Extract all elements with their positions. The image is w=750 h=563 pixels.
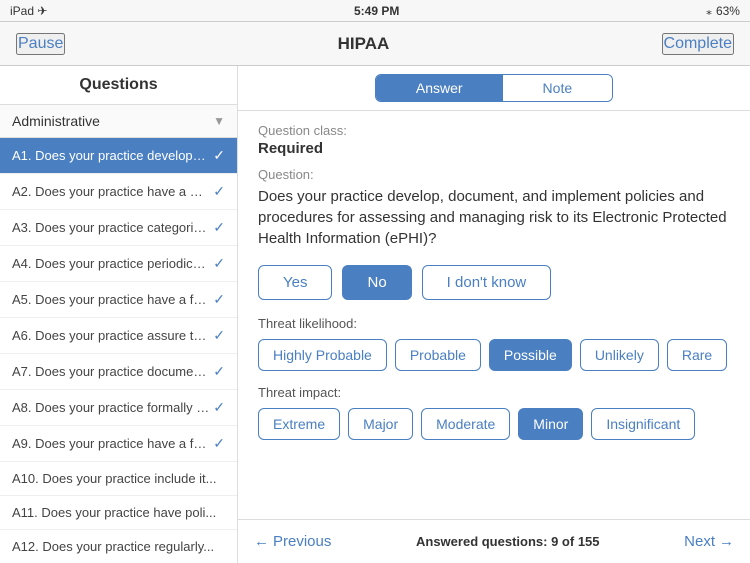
sidebar-item-a1[interactable]: A1. Does your practice develop, d... ✓ [0,138,237,174]
tab-bar: Answer Note [238,66,750,111]
sidebar-item-label: A1. Does your practice develop, d... [12,148,209,163]
category-dropdown[interactable]: Administrative ▼ [0,105,237,138]
answer-btn-no[interactable]: No [342,265,411,300]
ipad-label: iPad ✈ [10,4,47,18]
impact-btn-minor[interactable]: Minor [518,408,583,440]
check-icon: ✓ [213,219,225,236]
check-icon: ✓ [213,291,225,308]
tab-answer[interactable]: Answer [376,75,503,101]
sidebar-item-a4[interactable]: A4. Does your practice periodical... ✓ [0,246,237,282]
check-icon: ✓ [213,363,225,380]
sidebar-item-a6[interactable]: A6. Does your practice assure th... ✓ [0,318,237,354]
sidebar-item-label: A11. Does your practice have poli... [12,505,225,520]
likelihood-btn-possible[interactable]: Possible [489,339,572,371]
sidebar-item-label: A9. Does your practice have a for... [12,436,209,451]
answer-btn-yes[interactable]: Yes [258,265,332,300]
answer-btn-i-dont-know[interactable]: I don't know [422,265,552,300]
threat-likelihood-buttons: Highly ProbableProbablePossibleUnlikelyR… [258,339,730,371]
check-icon: ✓ [213,147,225,164]
sidebar-item-label: A10. Does your practice include it... [12,471,225,486]
sidebar-item-label: A8. Does your practice formally d... [12,400,209,415]
answer-buttons: Yes No I don't know [258,265,730,300]
sidebar-item-label: A4. Does your practice periodical... [12,256,209,271]
sidebar-item-a11[interactable]: A11. Does your practice have poli... [0,496,237,530]
sidebar-item-label: A12. Does your practice regularly... [12,539,225,554]
impact-btn-insignificant[interactable]: Insignificant [591,408,695,440]
answered-info: Answered questions: 9 of 155 [416,534,600,549]
main-layout: Questions Administrative ▼ A1. Does your… [0,66,750,563]
question-label: Question: [258,167,730,182]
sidebar-item-label: A3. Does your practice categoriz... [12,220,209,235]
likelihood-btn-unlikely[interactable]: Unlikely [580,339,659,371]
dropdown-label: Administrative [12,113,100,129]
likelihood-btn-rare[interactable]: Rare [667,339,727,371]
sidebar-item-a8[interactable]: A8. Does your practice formally d... ✓ [0,390,237,426]
likelihood-btn-probable[interactable]: Probable [395,339,481,371]
sidebar-item-label: A2. Does your practice have a pr... [12,184,209,199]
class-value: Required [258,140,730,157]
top-nav: Pause HIPAA Complete [0,22,750,66]
pause-button[interactable]: Pause [16,33,65,55]
chevron-down-icon: ▼ [213,114,225,128]
next-arrow-icon: → [719,533,734,550]
question-content: Question class: Required Question: Does … [238,111,750,519]
previous-label: Previous [273,533,331,550]
sidebar-item-a3[interactable]: A3. Does your practice categoriz... ✓ [0,210,237,246]
impact-btn-extreme[interactable]: Extreme [258,408,340,440]
answered-total: 155 [578,534,600,549]
check-icon: ✓ [213,399,225,416]
impact-btn-moderate[interactable]: Moderate [421,408,510,440]
sidebar-item-a12[interactable]: A12. Does your practice regularly... [0,530,237,563]
sidebar-item-a7[interactable]: A7. Does your practice document... ✓ [0,354,237,390]
sidebar-list: A1. Does your practice develop, d...✓A2.… [0,138,237,563]
complete-button[interactable]: Complete [662,33,734,55]
class-label: Question class: [258,123,730,138]
battery-level: 63% [716,4,740,18]
sidebar: Questions Administrative ▼ A1. Does your… [0,66,238,563]
impact-btn-major[interactable]: Major [348,408,413,440]
check-icon: ✓ [213,183,225,200]
threat-impact-label: Threat impact: [258,385,730,400]
content-area: Answer Note Question class: Required Que… [238,66,750,563]
sidebar-item-label: A7. Does your practice document... [12,364,209,379]
status-left: iPad ✈ [10,4,47,18]
check-icon: ✓ [213,435,225,452]
tab-note[interactable]: Note [503,75,613,101]
answered-separator: of [558,534,578,549]
next-button[interactable]: Next → [684,533,734,550]
sidebar-item-a9[interactable]: A9. Does your practice have a for... ✓ [0,426,237,462]
sidebar-item-a5[interactable]: A5. Does your practice have a for... ✓ [0,282,237,318]
check-icon: ✓ [213,327,225,344]
previous-arrow-icon: ← [254,533,269,550]
likelihood-btn-highly-probable[interactable]: Highly Probable [258,339,387,371]
sidebar-item-a2[interactable]: A2. Does your practice have a pr... ✓ [0,174,237,210]
previous-button[interactable]: ← Previous [254,533,331,550]
next-label: Next [684,533,715,550]
threat-impact-buttons: ExtremeMajorModerateMinorInsignificant [258,408,730,440]
sidebar-header: Questions [0,66,237,105]
sidebar-item-label: A5. Does your practice have a for... [12,292,209,307]
bottom-bar: ← Previous Answered questions: 9 of 155 … [238,519,750,563]
status-bar: iPad ✈ 5:49 PM ⁎ 63% [0,0,750,22]
threat-likelihood-label: Threat likelihood: [258,316,730,331]
status-time: 5:49 PM [354,4,399,18]
status-right: ⁎ 63% [706,4,740,18]
question-text: Does your practice develop, document, an… [258,186,730,249]
tab-group: Answer Note [375,74,613,102]
sidebar-item-a10[interactable]: A10. Does your practice include it... [0,462,237,496]
check-icon: ✓ [213,255,225,272]
sidebar-item-label: A6. Does your practice assure th... [12,328,209,343]
nav-title: HIPAA [338,34,390,54]
answered-prefix: Answered questions: [416,534,551,549]
bluetooth-icon: ⁎ [706,4,712,18]
